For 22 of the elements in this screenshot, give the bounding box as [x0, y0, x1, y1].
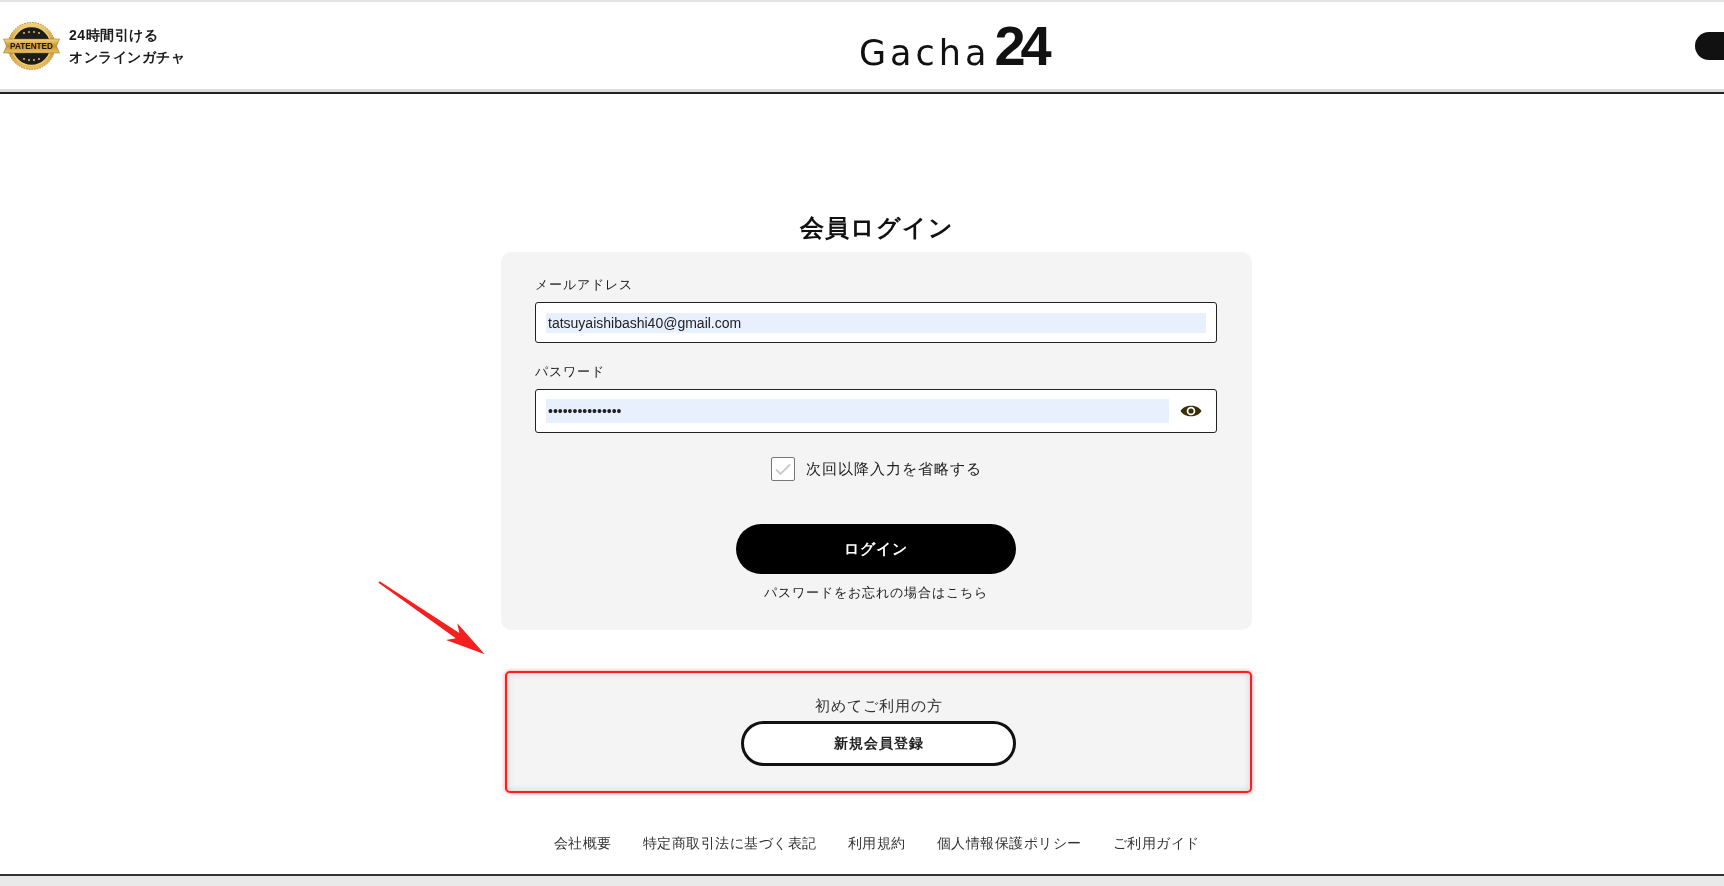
tagline-text: 24時間引ける	[69, 26, 159, 45]
footer-link[interactable]: 特定商取引法に基づく表記	[642, 833, 817, 853]
footer-link[interactable]: 会社概要	[553, 833, 612, 853]
footer-link[interactable]: ご利用ガイド	[1112, 833, 1200, 853]
footer-link[interactable]: 利用規約	[847, 833, 906, 853]
header-button[interactable]	[1695, 32, 1724, 60]
remember-checkbox[interactable]	[770, 456, 795, 481]
field-label: パスワード	[535, 363, 605, 381]
page-title: 会員ログイン	[799, 213, 954, 243]
tagline-text: オンラインガチャ	[69, 48, 185, 67]
signup-prompt: 初めてご利用の方	[814, 696, 943, 716]
checkmark-icon	[773, 461, 792, 476]
forgot-password-link[interactable]: パスワードをお忘れの場合はこちら	[764, 583, 988, 603]
footer-link[interactable]: 個人情報保護ポリシー	[936, 833, 1082, 853]
eye-icon[interactable]	[1180, 403, 1202, 419]
checkbox-label: 次回以降入力を省略する	[805, 458, 982, 479]
login-button[interactable]: ログイン	[736, 524, 1016, 574]
email-field[interactable]: tatsuyaishibashi40@gmail.com	[535, 302, 1217, 343]
register-button[interactable]: 新規会員登録	[741, 721, 1016, 766]
password-field[interactable]: •••••••••••••••	[535, 389, 1217, 433]
field-label: メールアドレス	[535, 276, 633, 294]
patented-seal: PATENTED	[3, 22, 60, 70]
